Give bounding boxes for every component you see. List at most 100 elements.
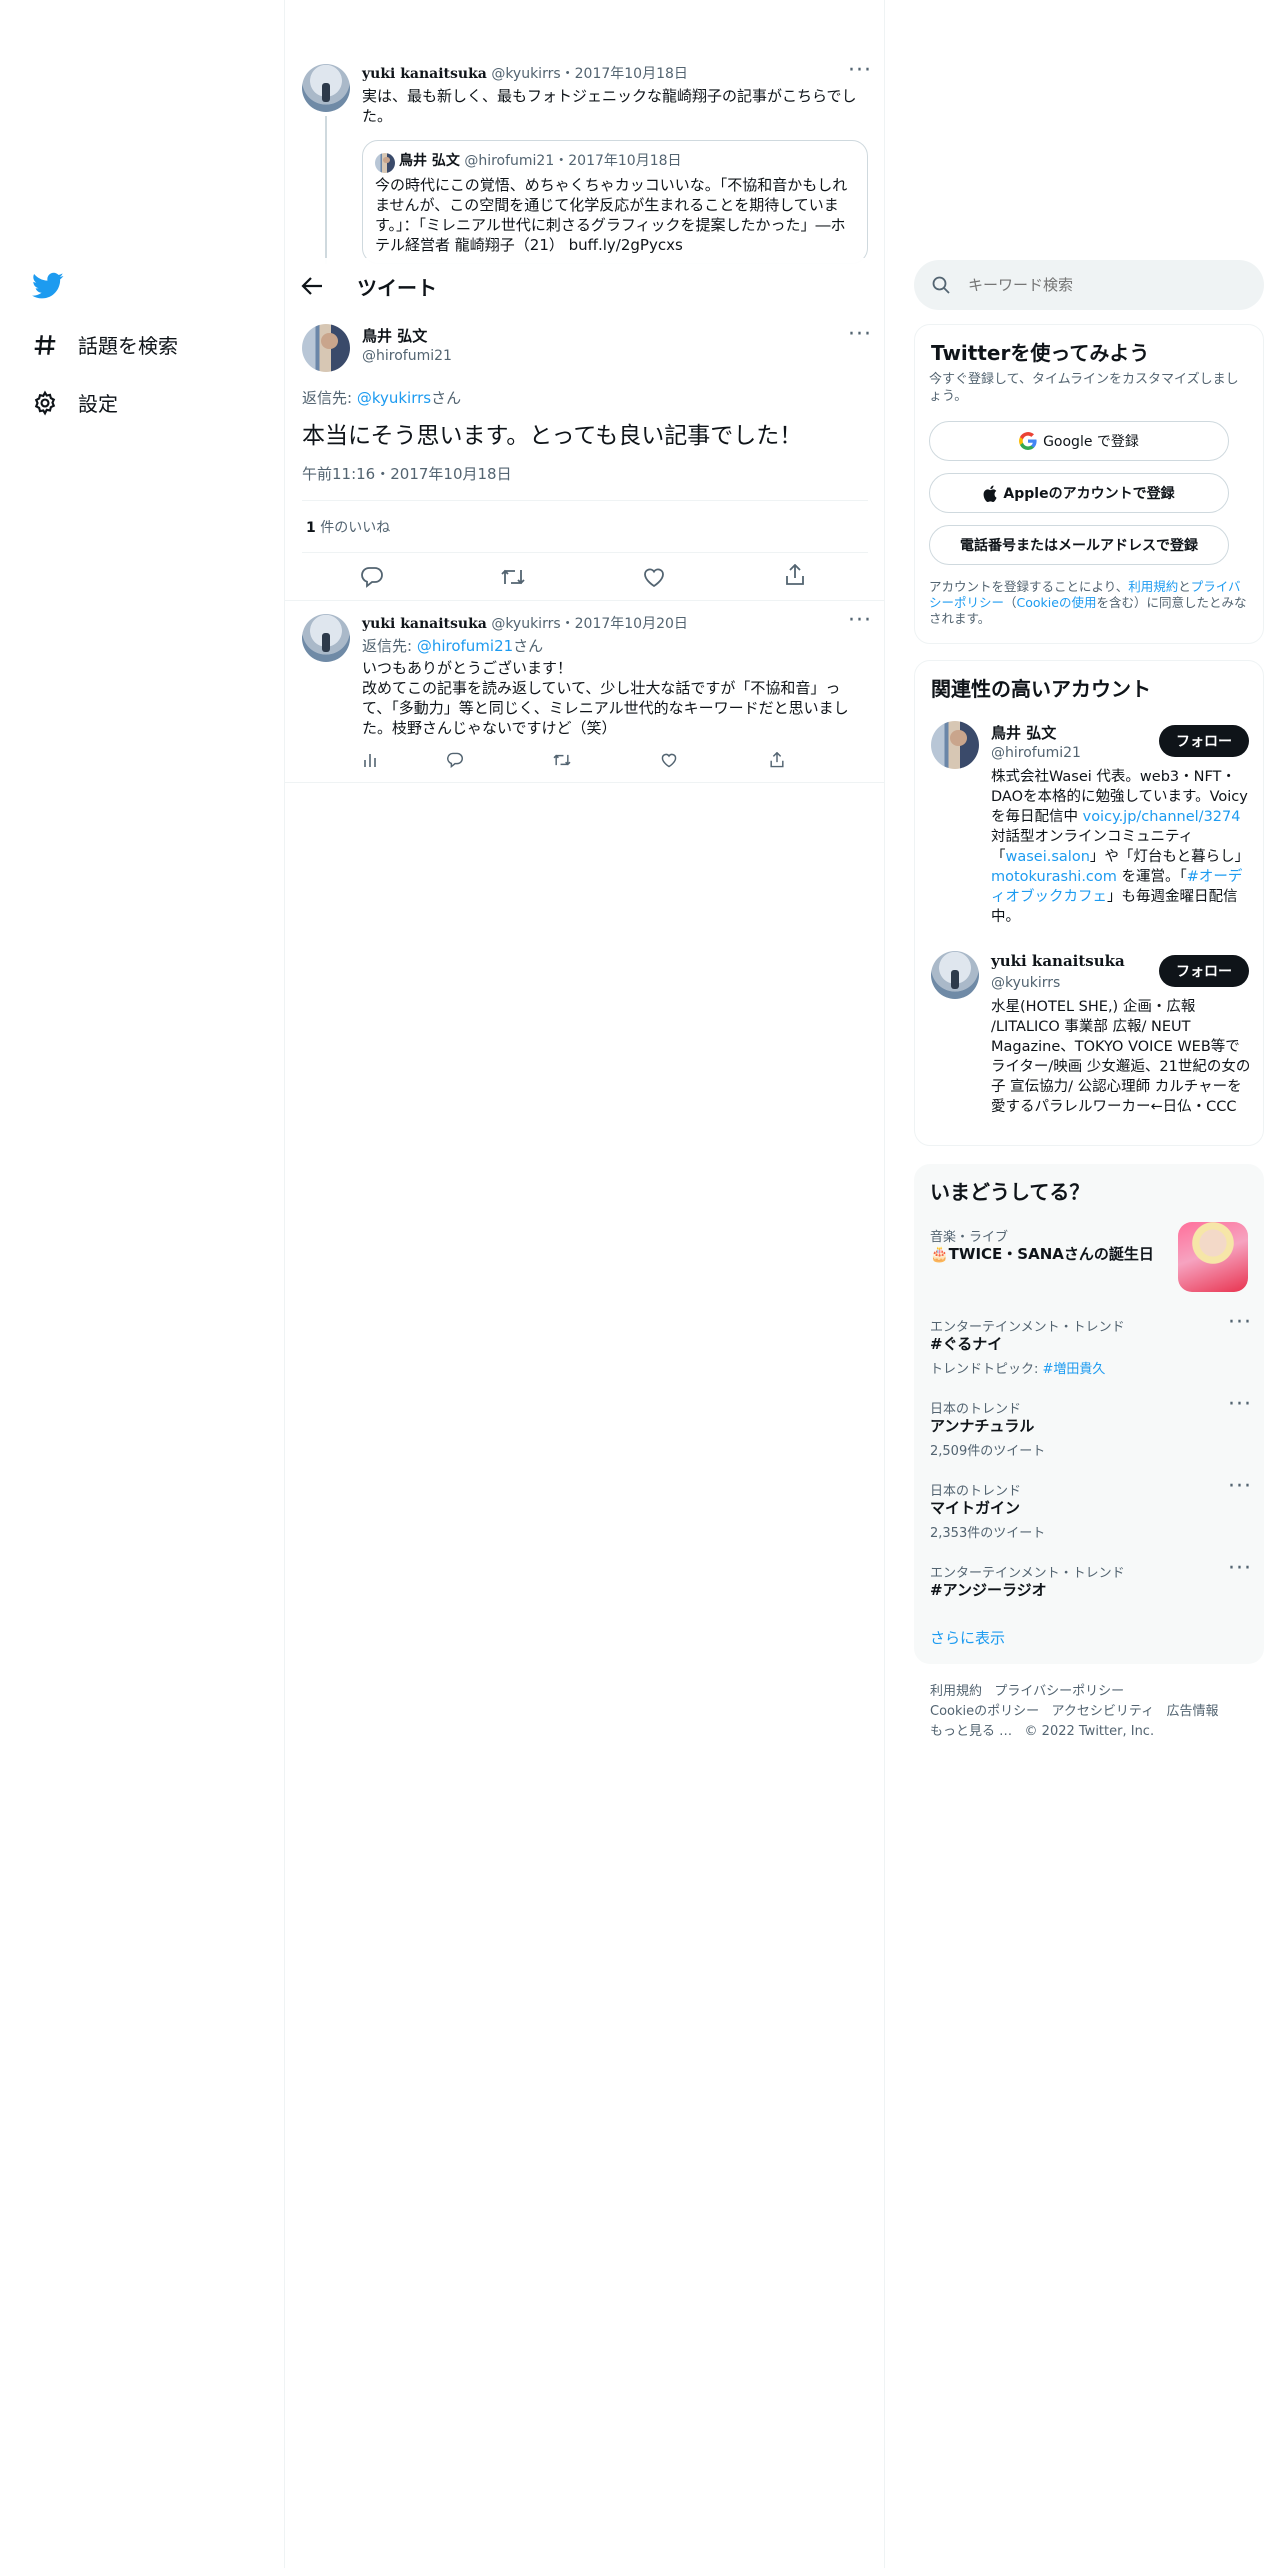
trend-item[interactable]: 日本のトレンド マイトガイン 2,353件のツイート ··· — [914, 1476, 1264, 1548]
reply-to-suffix: さん — [431, 389, 462, 407]
reply-to-suffix: さん — [513, 637, 544, 655]
reply-icon[interactable] — [360, 566, 384, 588]
related-account-handle[interactable]: @hirofumi21 — [991, 743, 1081, 763]
more-icon[interactable]: ··· — [848, 324, 872, 346]
related-title: 関連性の高いアカウント — [931, 677, 1151, 701]
follow-button[interactable]: フォロー — [1159, 955, 1249, 987]
analytics-icon[interactable] — [362, 752, 380, 768]
main-tweet-avatar[interactable] — [302, 324, 350, 372]
reply-tweet-date[interactable]: 2017年10月20日 — [575, 616, 688, 632]
reply-tweet-line2: 改めてこの記事を読み返していて、少し壮大な話ですが「不協和音」って、「多動力」等… — [362, 679, 849, 737]
search-box[interactable] — [914, 260, 1264, 310]
reply-tweet-avatar[interactable] — [302, 614, 350, 662]
trend-context: エンターテインメント・トレンド — [930, 1566, 1125, 1581]
parent-tweet-header: yuki kanaitsuka @kyukirrs・2017年10月18日 — [362, 66, 688, 82]
like-icon[interactable] — [642, 566, 666, 588]
retweet-icon[interactable] — [500, 566, 526, 588]
quote-tweet-date: 2017年10月18日 — [568, 153, 682, 169]
main-tweet-handle[interactable]: @hirofumi21 — [362, 346, 452, 366]
reply-to-prefix: 返信先: — [362, 637, 417, 655]
signup-title: Twitterを使ってみよう — [931, 341, 1150, 365]
more-icon[interactable]: ··· — [848, 60, 872, 82]
quote-tweet-text: 今の時代にこの覚悟、めちゃくちゃカッコいいな。「不協和音かもしれませんが、この空… — [375, 176, 848, 254]
trend-meta-text: トレンドトピック: — [930, 1362, 1043, 1377]
nav-settings-label: 設定 — [78, 392, 118, 416]
footer-link[interactable]: プライバシーポリシー — [994, 1684, 1124, 1699]
related-account-name[interactable]: yuki kanaitsuka — [991, 951, 1125, 971]
reply-to-link[interactable]: @hirofumi21 — [417, 637, 513, 655]
more-icon[interactable]: ··· — [848, 610, 872, 632]
terms-text: と — [1178, 579, 1191, 594]
search-input[interactable] — [968, 272, 1248, 298]
phone-email-signup-label: 電話番号またはメールアドレスで登録 — [960, 538, 1198, 554]
bio-text: を運営。「 — [1116, 869, 1187, 885]
main-tweet-timestamp[interactable]: 午前11:16・2017年10月18日 — [302, 464, 512, 484]
trend-context: エンターテインメント・トレンド — [930, 1320, 1125, 1335]
likes-count-row[interactable]: 1 件のいいね — [306, 518, 390, 538]
bio-link[interactable]: voicy.jp/channel/3274 — [1083, 809, 1241, 825]
google-signup-label: Google で登録 — [1043, 434, 1139, 450]
related-account-avatar[interactable] — [931, 951, 979, 999]
bio-link[interactable]: wasei.salon — [1006, 849, 1090, 865]
terms-text: アカウントを登録することにより、 — [929, 579, 1129, 594]
follow-button[interactable]: フォロー — [1159, 725, 1249, 757]
bio-link[interactable]: motokurashi.com — [991, 869, 1117, 885]
more-icon[interactable]: ··· — [1228, 1476, 1252, 1498]
like-icon[interactable] — [660, 752, 678, 768]
reply-tweet-text: いつもありがとうございます！ 改めてこの記事を読み返していて、少し壮大な話ですが… — [362, 658, 862, 738]
trend-name: #ぐるナイ — [930, 1335, 1003, 1353]
reply-tweet-header: yuki kanaitsuka @kyukirrs・2017年10月20日 — [362, 616, 688, 632]
parent-tweet-date[interactable]: 2017年10月18日 — [575, 66, 688, 82]
phone-email-signup-button[interactable]: 電話番号またはメールアドレスで登録 — [929, 525, 1229, 565]
retweet-icon[interactable] — [552, 752, 572, 768]
quote-tweet-handle: @hirofumi21 — [464, 153, 555, 169]
cookie-link[interactable]: Cookieの使用 — [1017, 595, 1097, 610]
apple-signup-button[interactable]: Appleのアカウントで登録 — [929, 473, 1229, 513]
terms-link[interactable]: 利用規約 — [1128, 579, 1178, 594]
trend-topic-link[interactable]: #増田貴久 — [1043, 1362, 1106, 1377]
trend-item[interactable]: エンターテインメント・トレンド #アンジーラジオ ··· — [914, 1558, 1264, 1614]
parent-tweet-handle[interactable]: @kyukirrs — [491, 66, 560, 82]
google-signup-button[interactable]: Google で登録 — [929, 421, 1229, 461]
parent-tweet-name[interactable]: yuki kanaitsuka — [362, 66, 487, 82]
center-column-border — [884, 0, 885, 2568]
main-tweet-name[interactable]: 鳥井 弘文 — [362, 326, 427, 346]
reply-to-link[interactable]: @kyukirrs — [357, 389, 431, 407]
signup-card: Twitterを使ってみよう 今すぐ登録して、タイムラインをカスタマイズしましょ… — [914, 324, 1264, 644]
related-account-name[interactable]: 鳥井 弘文 — [991, 723, 1056, 743]
nav-settings[interactable]: 設定 — [32, 388, 118, 417]
apple-icon — [983, 485, 997, 502]
related-account-handle[interactable]: @kyukirrs — [991, 973, 1060, 993]
quote-tweet-header: 鳥井 弘文 @hirofumi21・2017年10月18日 — [399, 153, 682, 169]
show-more-link[interactable]: さらに表示 — [930, 1628, 1005, 1648]
share-icon[interactable] — [768, 752, 786, 768]
trend-meta: 2,509件のツイート — [930, 1444, 1046, 1459]
trend-item[interactable]: 音楽・ライブ 🎂TWICE・SANAさんの誕生日 — [914, 1222, 1264, 1300]
signup-subtitle: 今すぐ登録して、タイムラインをカスタマイズしましょう。 — [929, 372, 1239, 404]
reply-tweet-name[interactable]: yuki kanaitsuka — [362, 616, 487, 632]
footer-link[interactable]: Cookieのポリシー — [930, 1704, 1039, 1719]
footer-link[interactable]: アクセシビリティ — [1052, 1704, 1155, 1719]
gear-icon — [32, 390, 58, 416]
back-arrow-icon[interactable] — [301, 276, 323, 296]
main-tweet-reply-to: 返信先: @kyukirrsさん — [302, 388, 461, 408]
more-icon[interactable]: ··· — [1228, 1558, 1252, 1580]
related-accounts-card: 関連性の高いアカウント 鳥井 弘文 @hirofumi21 フォロー 株式会社W… — [914, 660, 1264, 1146]
footer-link[interactable]: 利用規約 — [930, 1684, 982, 1699]
share-icon[interactable] — [784, 564, 806, 586]
footer-link[interactable]: 広告情報 — [1167, 1704, 1219, 1719]
parent-tweet-avatar[interactable] — [302, 64, 350, 112]
related-account-avatar[interactable] — [931, 721, 979, 769]
reply-tweet-handle[interactable]: @kyukirrs — [491, 616, 560, 632]
trend-item[interactable]: 日本のトレンド アンナチュラル 2,509件のツイート ··· — [914, 1394, 1264, 1466]
quote-tweet-card[interactable]: 鳥井 弘文 @hirofumi21・2017年10月18日 今の時代にこの覚悟、… — [362, 140, 868, 264]
nav-explore[interactable]: 話題を検索 — [32, 330, 178, 359]
quote-tweet-name: 鳥井 弘文 — [399, 153, 460, 169]
footer-more-link[interactable]: もっと見る … — [930, 1724, 1012, 1739]
reply-icon[interactable] — [446, 752, 464, 768]
more-icon[interactable]: ··· — [1228, 1312, 1252, 1334]
trend-item[interactable]: エンターテインメント・トレンド #ぐるナイ トレンドトピック: #増田貴久 ··… — [914, 1312, 1264, 1384]
divider — [285, 782, 884, 783]
more-icon[interactable]: ··· — [1228, 1394, 1252, 1416]
twitter-logo-icon[interactable] — [32, 272, 64, 300]
